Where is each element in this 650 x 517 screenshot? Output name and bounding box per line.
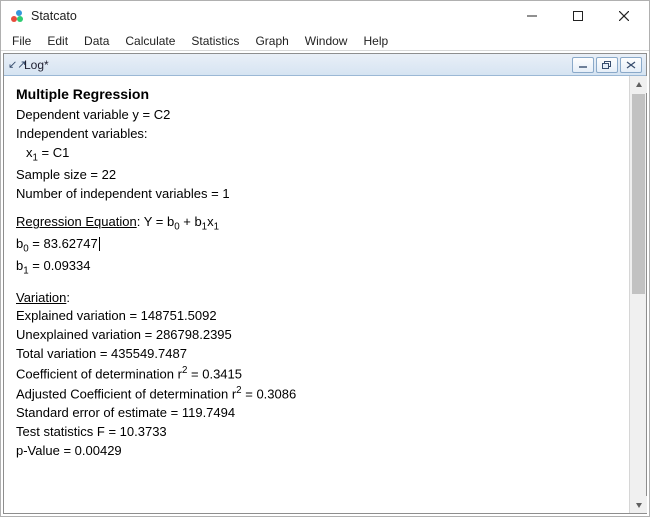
sub-minimize-button[interactable]	[572, 57, 594, 73]
log-subwindow: ↙↗ Log* Multiple Regression Dependent va…	[3, 53, 647, 514]
std-error-line: Standard error of estimate = 119.7494	[16, 404, 617, 423]
b0-line: b0 = 83.62747	[16, 235, 617, 257]
regression-equation-line: Regression Equation: Y = b0 + b1x1	[16, 213, 617, 235]
menu-data[interactable]: Data	[77, 32, 116, 50]
sample-size-line: Sample size = 22	[16, 166, 617, 185]
dep-var-line: Dependent variable y = C2	[16, 106, 617, 125]
b1-line: b1 = 0.09334	[16, 257, 617, 279]
log-content-wrap: Multiple Regression Dependent variable y…	[4, 76, 646, 513]
menu-statistics[interactable]: Statistics	[184, 32, 246, 50]
menu-edit[interactable]: Edit	[40, 32, 75, 50]
close-button[interactable]	[601, 1, 647, 31]
p-value-line: p-Value = 0.00429	[16, 442, 617, 461]
scroll-down-button[interactable]	[630, 496, 647, 513]
window-controls	[509, 1, 647, 31]
log-content[interactable]: Multiple Regression Dependent variable y…	[4, 76, 629, 513]
indep-vars-label: Independent variables:	[16, 125, 617, 144]
scroll-up-button[interactable]	[630, 76, 647, 93]
subwindow-controls	[572, 57, 642, 73]
maximize-button[interactable]	[555, 1, 601, 31]
sub-restore-button[interactable]	[596, 57, 618, 73]
titlebar[interactable]: Statcato	[1, 1, 649, 31]
menu-window[interactable]: Window	[298, 32, 355, 50]
num-indep-line: Number of independent variables = 1	[16, 185, 617, 204]
f-stat-line: Test statistics F = 10.3733	[16, 423, 617, 442]
unexplained-variation-line: Unexplained variation = 286798.2395	[16, 326, 617, 345]
menu-file[interactable]: File	[5, 32, 38, 50]
menu-graph[interactable]: Graph	[248, 32, 295, 50]
log-title: Log*	[24, 58, 572, 72]
app-icon	[9, 8, 25, 24]
variation-header: Variation:	[16, 289, 617, 308]
restore-icon: ↙↗	[8, 58, 20, 71]
total-variation-line: Total variation = 435549.7487	[16, 345, 617, 364]
indep-var-1: x1 = C1	[26, 144, 617, 166]
coefficient-determination-line: Coefficient of determination r2 = 0.3415	[16, 364, 617, 384]
output-heading: Multiple Regression	[16, 84, 617, 104]
adj-coefficient-determination-line: Adjusted Coefficient of determination r2…	[16, 384, 617, 404]
menubar: File Edit Data Calculate Statistics Grap…	[1, 31, 649, 51]
output-heading-2: Multiple Regression	[16, 509, 617, 513]
minimize-button[interactable]	[509, 1, 555, 31]
log-titlebar[interactable]: ↙↗ Log*	[4, 54, 646, 76]
text-cursor	[99, 237, 100, 251]
scroll-thumb[interactable]	[632, 94, 645, 294]
menu-help[interactable]: Help	[356, 32, 395, 50]
app-window: Statcato File Edit Data Calculate Statis…	[0, 0, 650, 517]
menu-calculate[interactable]: Calculate	[118, 32, 182, 50]
vertical-scrollbar[interactable]	[629, 76, 646, 513]
explained-variation-line: Explained variation = 148751.5092	[16, 307, 617, 326]
app-title: Statcato	[31, 9, 509, 23]
sub-close-button[interactable]	[620, 57, 642, 73]
